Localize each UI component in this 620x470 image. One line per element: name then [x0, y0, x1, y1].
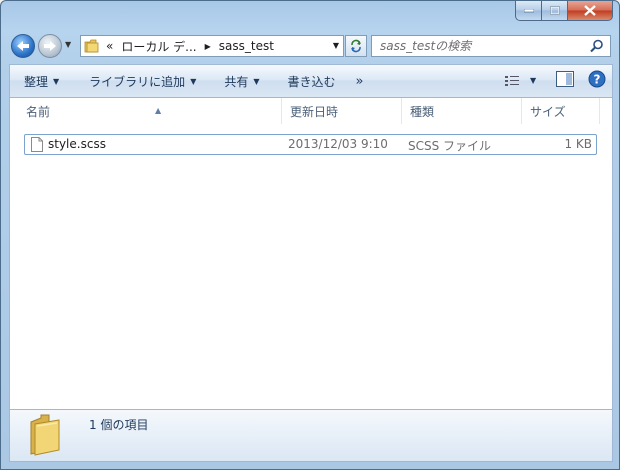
address-bar[interactable]: « ローカル デ... ▶ sass_test ▼ [80, 35, 344, 57]
refresh-icon [351, 39, 361, 53]
breadcrumb-local-disk[interactable]: ローカル デ... [121, 38, 196, 55]
close-icon [584, 5, 596, 16]
search-icon[interactable] [590, 39, 604, 53]
change-view-button[interactable]: ▼ [504, 75, 542, 87]
column-date-label: 更新日時 [290, 105, 339, 119]
folder-icon [84, 39, 99, 53]
address-dropdown-icon[interactable]: ▼ [333, 41, 339, 50]
command-bar: 整理 ▼ ライブラリに追加 ▼ 共有 ▼ 書き込む » ▼ ? [9, 64, 613, 98]
details-pane: 1 個の項目 [9, 409, 613, 462]
column-header-date[interactable]: 更新日時 [282, 98, 402, 124]
preview-pane-icon [556, 71, 574, 87]
chevron-down-icon: ▼ [53, 76, 60, 86]
file-type: SCSS ファイル [408, 139, 492, 153]
share-label: 共有 [224, 74, 249, 89]
forward-button[interactable] [38, 34, 62, 58]
breadcrumb-overflow[interactable]: « [106, 39, 113, 53]
organize-menu[interactable]: 整理 ▼ [16, 69, 67, 93]
column-size-label: サイズ [530, 105, 566, 119]
burn-button[interactable]: 書き込む [280, 69, 344, 93]
document-icon [31, 137, 43, 152]
file-date: 2013/12/03 9:10 [288, 137, 388, 151]
svg-text:?: ? [594, 73, 601, 87]
close-button[interactable] [568, 1, 613, 21]
maximize-icon [549, 6, 560, 15]
sort-ascending-icon: ▲ [155, 106, 162, 115]
share-menu[interactable]: 共有 ▼ [216, 69, 267, 93]
folder-icon [30, 414, 60, 456]
help-button[interactable]: ? [588, 70, 606, 91]
arrow-left-icon [17, 41, 29, 51]
caption-buttons [515, 1, 613, 21]
chevron-down-icon: ▼ [190, 76, 197, 86]
view-controls: ▼ ? [504, 70, 606, 91]
column-header-name[interactable]: 名前 ▲ [18, 98, 282, 124]
file-list: 名前 ▲ 更新日時 種類 サイズ style.scss 2013/12/03 9… [9, 98, 613, 409]
more-commands-button[interactable]: » [348, 69, 372, 93]
details-view-icon [505, 75, 519, 86]
table-row[interactable]: style.scss 2013/12/03 9:10 SCSS ファイル 1 K… [24, 134, 597, 155]
breadcrumb-separator-icon[interactable]: ▶ [205, 42, 211, 51]
chevron-down-icon: ▼ [253, 76, 260, 86]
minimize-icon [523, 8, 534, 12]
breadcrumb-sass-test[interactable]: sass_test [219, 39, 274, 53]
column-headers: 名前 ▲ 更新日時 種類 サイズ [10, 98, 612, 124]
explorer-window: ▼ « ローカル デ... ▶ sass_test ▼ sass_testの検索… [0, 0, 620, 470]
column-name-label: 名前 [26, 105, 51, 119]
include-library-label: ライブラリに追加 [89, 74, 186, 89]
column-header-size[interactable]: サイズ [522, 98, 600, 124]
minimize-button[interactable] [515, 1, 542, 21]
navigation-row: ▼ « ローカル デ... ▶ sass_test ▼ [9, 32, 613, 60]
include-in-library-menu[interactable]: ライブラリに追加 ▼ [81, 69, 204, 93]
more-label: » [355, 73, 364, 89]
refresh-button[interactable] [345, 35, 367, 57]
column-header-type[interactable]: 種類 [402, 98, 522, 124]
chevron-down-icon[interactable]: ▼ [530, 76, 536, 85]
item-count: 1 個の項目 [89, 418, 149, 432]
column-type-label: 種類 [410, 105, 435, 119]
file-size: 1 KB [564, 137, 592, 151]
back-button[interactable] [11, 34, 35, 58]
arrow-right-icon [44, 41, 56, 51]
burn-label: 書き込む [287, 74, 336, 89]
recent-pages-dropdown[interactable]: ▼ [65, 40, 71, 49]
help-icon: ? [588, 70, 606, 88]
organize-label: 整理 [24, 74, 49, 89]
maximize-button[interactable] [542, 1, 568, 21]
search-box[interactable] [371, 35, 611, 57]
file-name: style.scss [48, 137, 106, 151]
search-input[interactable] [378, 38, 590, 54]
preview-pane-button[interactable] [556, 71, 574, 90]
